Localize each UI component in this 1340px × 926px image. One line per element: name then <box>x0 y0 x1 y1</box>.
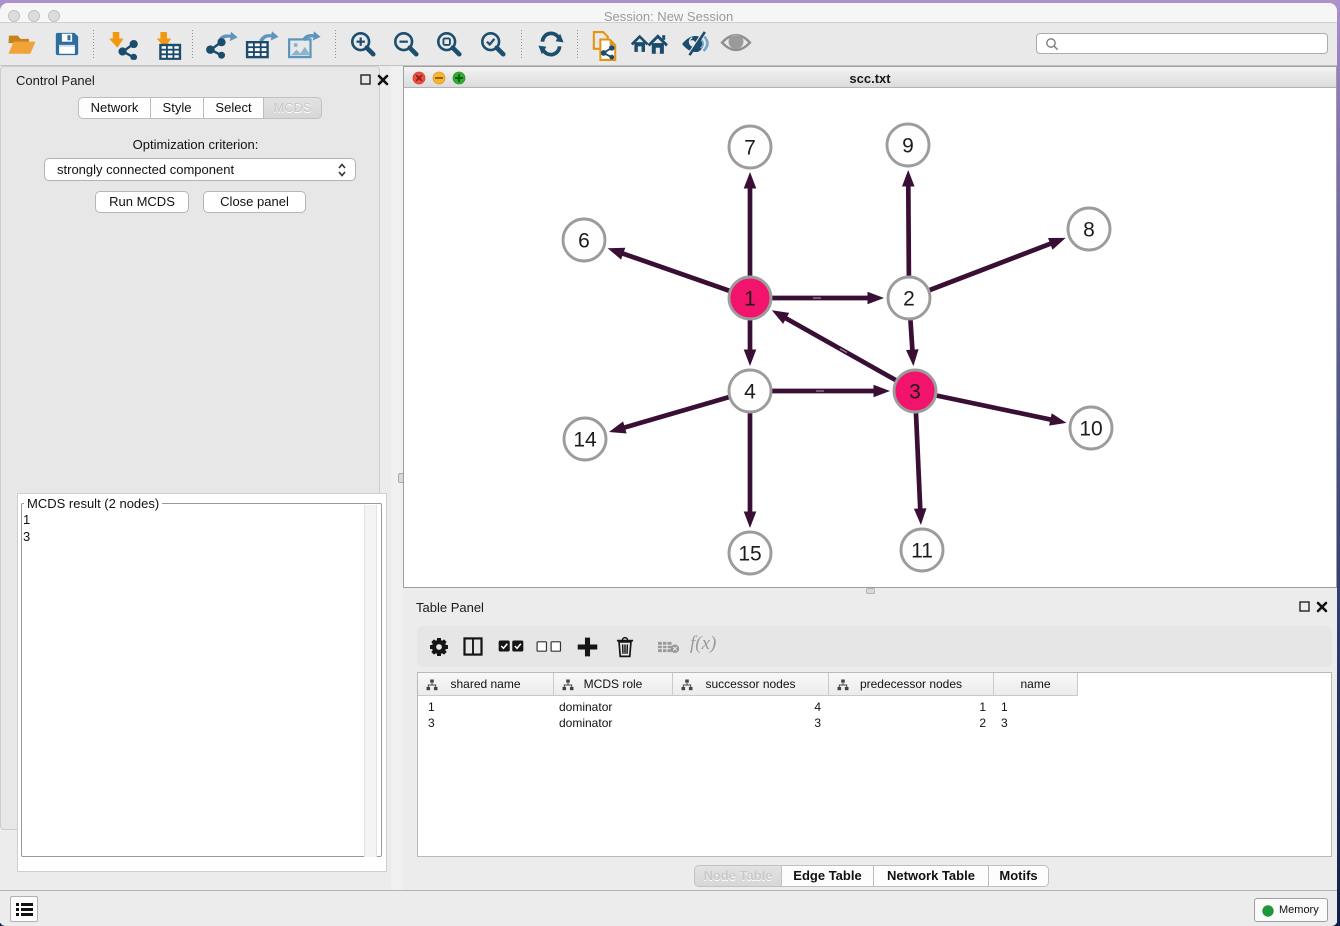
svg-text:3: 3 <box>909 381 921 404</box>
svg-text:15: 15 <box>738 543 761 566</box>
svg-text:1: 1 <box>744 288 756 311</box>
svg-text:10: 10 <box>1079 418 1102 441</box>
svg-text:8: 8 <box>1083 219 1095 242</box>
svg-text:6: 6 <box>578 230 590 253</box>
svg-text:9: 9 <box>902 135 914 158</box>
svg-text:11: 11 <box>911 540 933 563</box>
svg-text:2: 2 <box>903 288 915 311</box>
svg-text:4: 4 <box>744 381 756 404</box>
svg-text:7: 7 <box>744 137 756 160</box>
svg-text:14: 14 <box>573 429 597 452</box>
